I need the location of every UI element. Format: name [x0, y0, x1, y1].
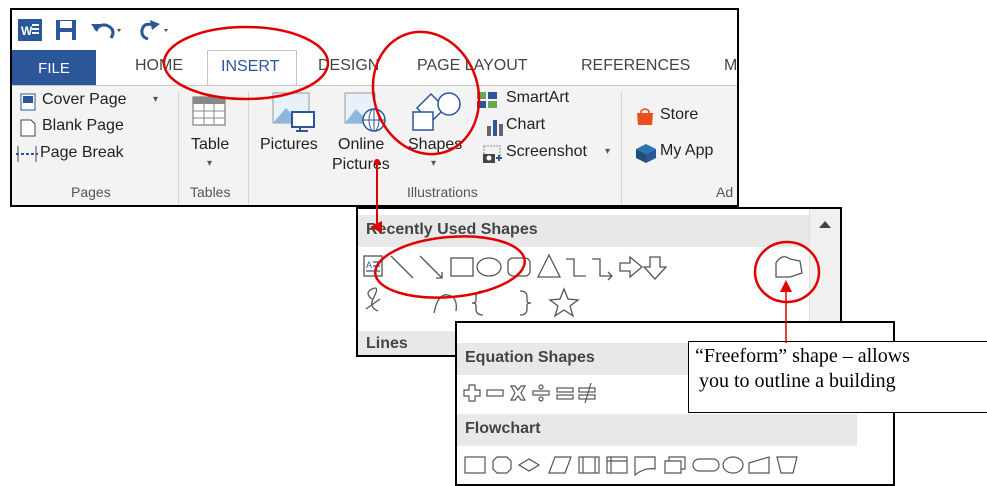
annotation-overlay	[162, 25, 821, 343]
shapes-button-highlight-ellipse	[371, 30, 481, 156]
recent-shapes-highlight-ellipse	[373, 235, 527, 299]
freeform-highlight-ellipse	[753, 240, 821, 304]
insert-tab-highlight-ellipse	[162, 25, 330, 101]
annotation-connector-line	[376, 160, 380, 227]
annotation-dot	[374, 159, 380, 165]
callout-pointer-arrowhead	[780, 280, 792, 292]
